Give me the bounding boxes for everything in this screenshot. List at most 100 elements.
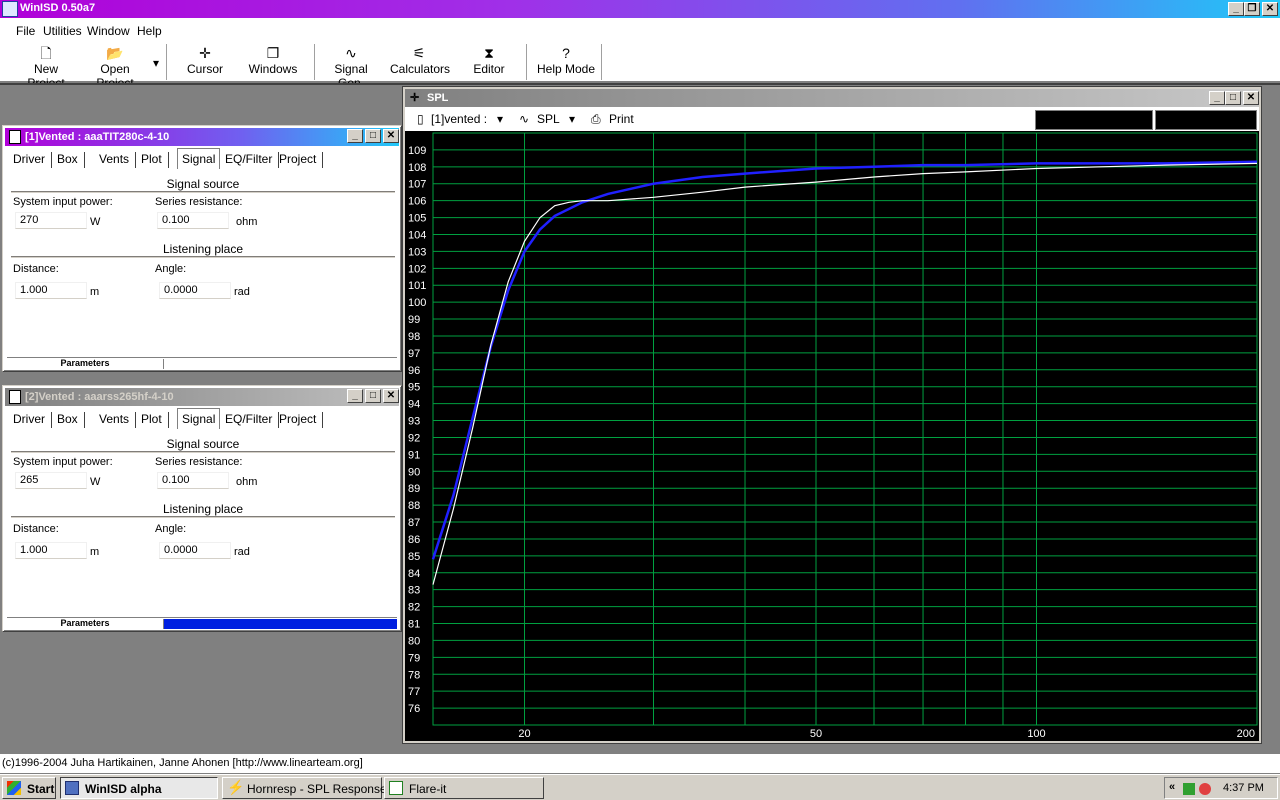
task-hornresp[interactable]: ⚡ Hornresp - SPL Response <box>222 777 387 799</box>
series-resistance-field[interactable]: 0.100 <box>157 472 229 489</box>
tab-project[interactable]: Project <box>279 412 324 428</box>
calculators-button[interactable]: ⚟ Calculators <box>390 44 450 80</box>
print-button[interactable]: Print <box>609 112 634 126</box>
y-tick-label: 99 <box>408 314 420 326</box>
tab-signal[interactable]: Signal <box>177 148 221 169</box>
open-folder-icon: 📂 <box>106 45 124 61</box>
project1-minimize-button[interactable]: _ <box>347 129 363 143</box>
open-project-button[interactable]: 📂 Open Project <box>82 44 148 90</box>
spl-window: ✛ SPL _ □ ✕ ▯ [1]vented : ▾ ∿ SPL ▾ ⎙ Pr… <box>402 86 1262 744</box>
input-power-field[interactable]: 265 <box>15 472 87 489</box>
clock[interactable]: 4:37 PM <box>1223 782 1264 794</box>
angle-label: Angle: <box>155 523 187 535</box>
security-icon[interactable] <box>1199 783 1211 795</box>
y-tick-label: 93 <box>408 416 420 428</box>
y-tick-label: 98 <box>408 331 420 343</box>
cursor-button[interactable]: ✛ Cursor <box>180 44 230 80</box>
y-tick-label: 107 <box>408 179 426 191</box>
tab-project[interactable]: Project <box>279 152 324 168</box>
spl-close-button[interactable]: ✕ <box>1243 91 1259 105</box>
toolbar-separator <box>526 44 527 80</box>
y-tick-label: 105 <box>408 213 426 225</box>
task-label: Flare-it <box>409 782 447 796</box>
y-tick-label: 108 <box>408 162 426 174</box>
y-tick-label: 76 <box>408 703 420 715</box>
windows-icon: ❐ <box>266 45 280 61</box>
help-mode-button[interactable]: ? Help Mode <box>536 44 596 80</box>
app-icon[interactable] <box>2 1 18 17</box>
system-tray: « 4:37 PM <box>1164 777 1278 799</box>
series-resistance-label: Series resistance: <box>155 456 243 468</box>
tab-driver[interactable]: Driver <box>13 152 52 168</box>
restore-button[interactable]: ❐ <box>1244 2 1260 16</box>
distance-field[interactable]: 1.000 <box>15 542 87 559</box>
signal-gen-button[interactable]: ∿ Signal Gen. <box>320 44 382 90</box>
windows-button[interactable]: ❐ Windows <box>246 44 300 80</box>
network-icon[interactable] <box>1183 783 1195 795</box>
series-resistance-field[interactable]: 0.100 <box>157 212 229 229</box>
project2-title-bar[interactable]: [2]Vented : aaarss265hf-4-10 _ □ ✕ <box>5 388 399 406</box>
tab-plot[interactable]: Plot <box>141 412 169 428</box>
menu-help[interactable]: Help <box>137 24 162 38</box>
distance-field[interactable]: 1.000 <box>15 282 87 299</box>
y-tick-label: 94 <box>408 399 420 411</box>
series-line-2 <box>432 162 1258 585</box>
toolbar-separator <box>601 44 602 80</box>
task-winisd[interactable]: WinISD alpha <box>60 777 218 799</box>
tab-box[interactable]: Box <box>57 412 85 428</box>
project-select-arrow[interactable]: ▾ <box>497 112 503 126</box>
project-select[interactable]: [1]vented : <box>431 112 487 126</box>
project1-maximize-button[interactable]: □ <box>365 129 381 143</box>
input-power-label: System input power: <box>13 456 113 468</box>
tab-box[interactable]: Box <box>57 152 85 168</box>
menu-utilities[interactable]: Utilities <box>43 24 82 38</box>
project2-window: [2]Vented : aaarss265hf-4-10 _ □ ✕ Drive… <box>2 385 402 632</box>
graph-select[interactable]: SPL <box>537 112 560 126</box>
cursor-readout-2 <box>1155 110 1257 130</box>
spl-maximize-button[interactable]: □ <box>1225 91 1241 105</box>
spl-title-bar[interactable]: ✛ SPL _ □ ✕ <box>405 89 1259 107</box>
y-tick-label: 85 <box>408 551 420 563</box>
parameters-label: Parameters <box>60 358 110 368</box>
start-button[interactable]: Start <box>2 777 56 799</box>
x-tick-label: 200 <box>1237 728 1255 740</box>
plot-frame <box>432 132 1258 726</box>
speaker-icon: ▯ <box>417 112 424 126</box>
tab-eq-filter[interactable]: EQ/Filter <box>225 152 280 168</box>
project1-title-bar[interactable]: [1]Vented : aaaTIT280c-4-10 _ □ ✕ <box>5 128 399 146</box>
tab-vents[interactable]: Vents <box>99 412 137 428</box>
input-power-field[interactable]: 270 <box>15 212 87 229</box>
menu-bar: File Utilities Window Help <box>0 18 1280 42</box>
tab-eq-filter[interactable]: EQ/Filter <box>225 412 280 428</box>
status-text: (c)1996-2004 Juha Hartikainen, Janne Aho… <box>2 757 363 769</box>
project2-close-button[interactable]: ✕ <box>383 389 399 403</box>
graph-select-arrow[interactable]: ▾ <box>569 112 575 126</box>
distance-label: Distance: <box>13 263 59 275</box>
close-button[interactable]: ✕ <box>1262 2 1278 16</box>
new-project-button[interactable]: 🗋 New Project <box>14 44 78 90</box>
task-flare-it[interactable]: Flare-it <box>384 777 544 799</box>
menu-file[interactable]: File <box>16 24 35 38</box>
tab-plot[interactable]: Plot <box>141 152 169 168</box>
spl-chart[interactable]: 76 77 78 79 80 81 82 83 84 85 86 87 88 89 90 91 92 93 94 95… <box>405 131 1259 741</box>
minimize-button[interactable]: _ <box>1228 2 1244 16</box>
parameters-progress-bar <box>163 619 397 629</box>
angle-field[interactable]: 0.0000 <box>159 542 231 559</box>
app-title: WinISD 0.50a7 <box>20 2 96 14</box>
tab-vents[interactable]: Vents <box>99 152 137 168</box>
project2-minimize-button[interactable]: _ <box>347 389 363 403</box>
tab-driver[interactable]: Driver <box>13 412 52 428</box>
project2-maximize-button[interactable]: □ <box>365 389 381 403</box>
editor-button[interactable]: ⧗ Editor <box>466 44 512 80</box>
input-power-unit: W <box>90 216 101 228</box>
y-tick-label: 87 <box>408 517 420 529</box>
y-tick-label: 101 <box>408 280 426 292</box>
tab-signal[interactable]: Signal <box>177 408 221 429</box>
menu-window[interactable]: Window <box>87 24 130 38</box>
tray-expand-button[interactable]: « <box>1169 781 1175 793</box>
spl-minimize-button[interactable]: _ <box>1209 91 1225 105</box>
signal-source-header: Signal source <box>11 437 395 453</box>
angle-field[interactable]: 0.0000 <box>159 282 231 299</box>
distance-unit: m <box>90 546 100 558</box>
project1-close-button[interactable]: ✕ <box>383 129 399 143</box>
